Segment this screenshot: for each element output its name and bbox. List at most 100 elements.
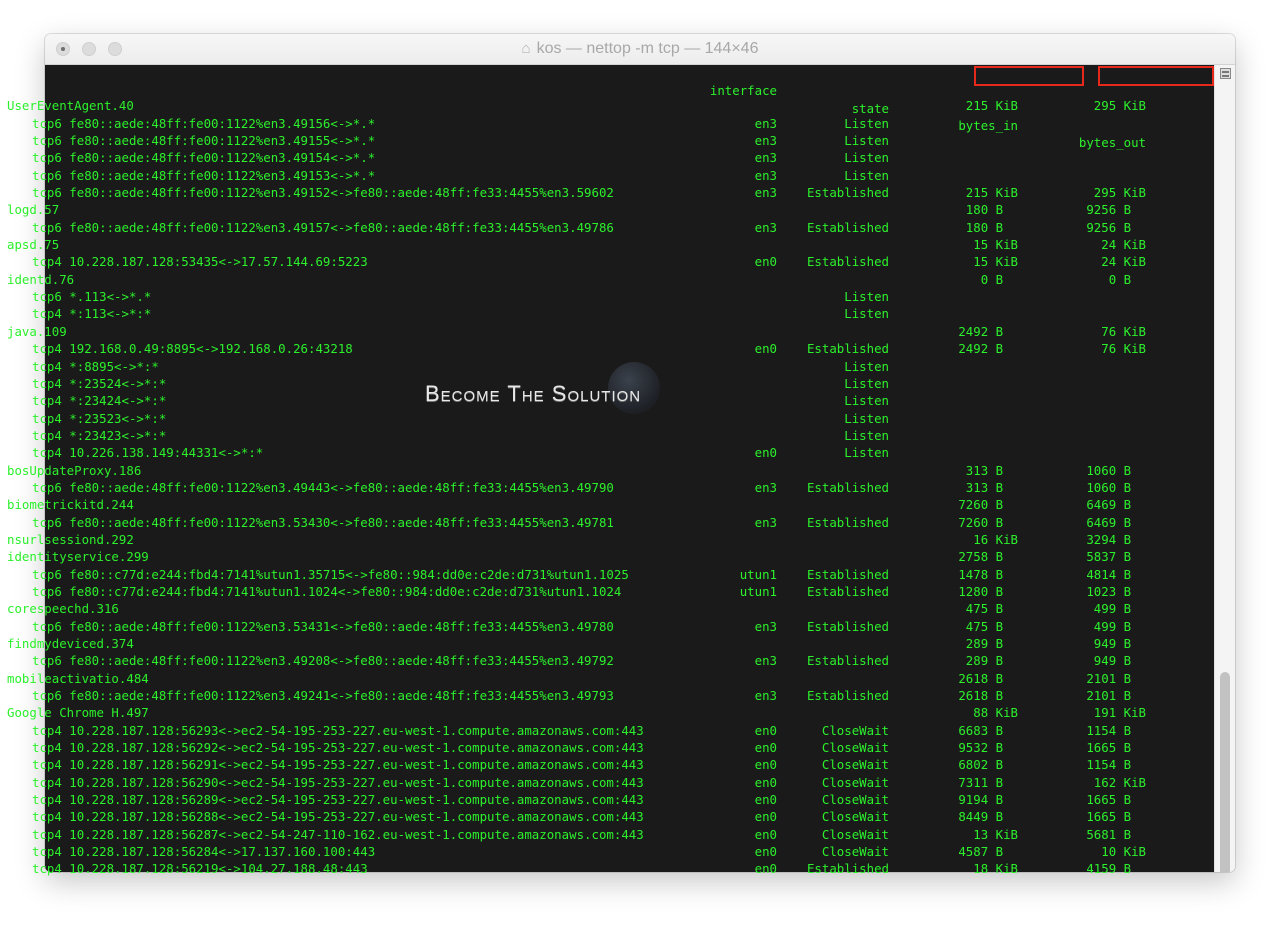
state-cell: CloseWait [821, 792, 889, 808]
scrollbar-thumb[interactable] [1220, 672, 1230, 872]
state-cell: Listen [844, 375, 889, 391]
split-pane-icon[interactable] [1220, 68, 1231, 79]
state-cell: CloseWait [821, 740, 889, 756]
connection-row: tcp4 *:23524<->*:* Listen [7, 375, 1167, 392]
interface-cell: en3 [754, 514, 777, 530]
connection-endpoints: tcp4 *:23423<->*:* [32, 427, 167, 443]
interface-cell: en3 [754, 133, 777, 149]
process-row: identd.76 0 B 0 B [7, 271, 1167, 288]
connection-endpoints: tcp4 10.228.187.128:56287<->ec2-54-247-1… [32, 826, 644, 842]
interface-cell: en0 [754, 722, 777, 738]
connection-row: tcp6 fe80::c77d:e244:fbd4:7141%utun1.357… [7, 566, 1167, 583]
connection-endpoints: tcp6 fe80::aede:48ff:fe00:1122%en3.49154… [32, 150, 376, 166]
connection-row: tcp4 10.228.187.128:56291<->ec2-54-195-2… [7, 756, 1167, 773]
bytes-out-cell: 4814 B [1086, 566, 1146, 582]
bytes-in-cell: 475 B [965, 601, 1018, 617]
bytes-in-cell: 289 B [965, 653, 1018, 669]
connection-endpoints: tcp4 *:23424<->*:* [32, 393, 167, 409]
bytes-out-cell: 295 KiB [1093, 98, 1146, 114]
connection-endpoints: tcp6 fe80::c77d:e244:fbd4:7141%utun1.102… [32, 583, 622, 599]
connection-endpoints: tcp6 fe80::aede:48ff:fe00:1122%en3.49157… [32, 219, 614, 235]
interface-cell: en3 [754, 219, 777, 235]
bytes-in-cell: 4587 B [958, 844, 1018, 860]
bytes-out-cell: 2101 B [1086, 688, 1146, 704]
interface-cell: utun1 [739, 583, 777, 599]
bytes-in-cell: 15 KiB [973, 254, 1018, 270]
state-cell: Established [806, 341, 889, 357]
bytes-out-cell: 1023 B [1086, 583, 1146, 599]
connection-row: tcp6 fe80::aede:48ff:fe00:1122%en3.49208… [7, 652, 1167, 669]
bytes-in-cell: 313 B [965, 479, 1018, 495]
connection-endpoints: tcp6 fe80::aede:48ff:fe00:1122%en3.49241… [32, 688, 614, 704]
bytes-in-highlight-box [974, 66, 1084, 86]
state-cell: Established [806, 861, 889, 877]
process-row: findmydeviced.374 289 B 949 B [7, 635, 1167, 652]
process-row: bosUpdateProxy.186 313 B 1060 B [7, 462, 1167, 479]
process-name: Google Chrome H.497 [7, 705, 149, 721]
interface-cell: en0 [754, 792, 777, 808]
state-cell: Established [806, 185, 889, 201]
connection-row: tcp6 *.113<->*.* Listen [7, 288, 1167, 305]
scrollbar[interactable] [1214, 65, 1235, 872]
bytes-out-cell: 2101 B [1086, 670, 1146, 686]
bytes-out-cell: 949 B [1093, 653, 1146, 669]
connection-row: tcp4 *:8895<->*:* Listen [7, 358, 1167, 375]
bytes-in-cell: 2618 B [958, 670, 1018, 686]
connection-endpoints: tcp6 fe80::aede:48ff:fe00:1122%en3.49156… [32, 115, 376, 131]
bytes-out-cell: 9256 B [1086, 219, 1146, 235]
state-cell: CloseWait [821, 774, 889, 790]
process-row: nsurlsessiond.292 16 KiB 3294 B [7, 531, 1167, 548]
state-cell: Listen [844, 150, 889, 166]
process-name: biometrickitd.244 [7, 497, 134, 513]
connection-row: tcp6 fe80::aede:48ff:fe00:1122%en3.53431… [7, 618, 1167, 635]
process-name: mobileactivatio.484 [7, 670, 149, 686]
process-row: identityservice.299 2758 B 5837 B [7, 548, 1167, 565]
bytes-in-cell: 180 B [965, 219, 1018, 235]
connection-endpoints: tcp4 10.228.187.128:56292<->ec2-54-195-2… [32, 740, 644, 756]
bytes-out-cell: 1154 B [1086, 722, 1146, 738]
process-name: identd.76 [7, 271, 75, 287]
process-row: mobileactivatio.484 2618 B 2101 B [7, 670, 1167, 687]
connection-row: tcp6 fe80::aede:48ff:fe00:1122%en3.53430… [7, 514, 1167, 531]
connection-endpoints: tcp4 *:23523<->*:* [32, 410, 167, 426]
bytes-out-cell: 76 KiB [1101, 341, 1146, 357]
bytes-in-cell: 215 KiB [965, 185, 1018, 201]
connection-endpoints: tcp6 fe80::aede:48ff:fe00:1122%en3.49443… [32, 479, 614, 495]
bytes-out-cell: 5681 B [1086, 826, 1146, 842]
bytes-in-cell: 2492 B [958, 323, 1018, 339]
interface-cell: utun1 [739, 566, 777, 582]
bytes-out-cell: 191 KiB [1093, 705, 1146, 721]
bytes-out-cell: 0 B [1108, 271, 1146, 287]
state-cell: Listen [844, 306, 889, 322]
state-cell: CloseWait [821, 826, 889, 842]
state-cell: Listen [844, 115, 889, 131]
bytes-out-highlight-box [1098, 66, 1214, 86]
interface-cell: en0 [754, 844, 777, 860]
process-row: corespeechd.316 475 B 499 B [7, 600, 1167, 617]
connection-row: tcp4 192.168.0.49:8895<->192.168.0.26:43… [7, 340, 1167, 357]
bytes-out-cell: 1665 B [1086, 740, 1146, 756]
interface-cell: en3 [754, 150, 777, 166]
interface-cell: en3 [754, 167, 777, 183]
state-cell: CloseWait [821, 722, 889, 738]
state-cell: CloseWait [821, 844, 889, 860]
bytes-in-cell: 475 B [965, 618, 1018, 634]
bytes-in-cell: 9532 B [958, 740, 1018, 756]
connection-endpoints: tcp4 10.228.187.128:56284<->17.137.160.1… [32, 844, 376, 860]
bytes-out-cell: 5837 B [1086, 549, 1146, 565]
bytes-out-cell: 1154 B [1086, 757, 1146, 773]
state-cell: Established [806, 653, 889, 669]
bytes-in-cell: 16 KiB [973, 531, 1018, 547]
state-cell: Established [806, 219, 889, 235]
process-name: logd.57 [7, 202, 60, 218]
connection-endpoints: tcp4 10.228.187.128:56219<->104.27.188.4… [32, 861, 368, 877]
connection-row: tcp6 fe80::aede:48ff:fe00:1122%en3.49154… [7, 149, 1167, 166]
connection-row: tcp4 *:23424<->*:* Listen [7, 392, 1167, 409]
state-cell: Listen [844, 289, 889, 305]
bytes-in-cell: 180 B [965, 202, 1018, 218]
connection-endpoints: tcp4 10.228.187.128:53435<->17.57.144.69… [32, 254, 368, 270]
nettop-table: interface state bytes_in bytes_out UserE… [7, 35, 1167, 878]
state-cell: Established [806, 254, 889, 270]
connection-row: tcp6 fe80::aede:48ff:fe00:1122%en3.49241… [7, 687, 1167, 704]
bytes-out-cell: 24 KiB [1101, 237, 1146, 253]
